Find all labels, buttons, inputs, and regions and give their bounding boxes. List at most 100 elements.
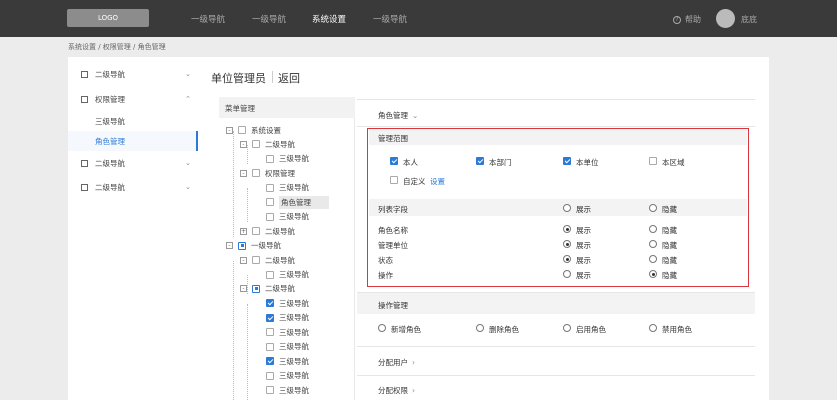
scope-region-checkbox[interactable]: [649, 157, 657, 165]
sidebar-item-label: 二级导航: [95, 158, 125, 168]
tree-node[interactable]: - 一级导航: [219, 239, 355, 253]
tree-node-label: 一级导航: [251, 241, 281, 251]
tree-node-checkbox[interactable]: [266, 212, 274, 221]
tree-node[interactable]: - 二级导航: [219, 282, 355, 296]
sidebar-item-nav-1[interactable]: 二级导航 ⌄: [68, 62, 198, 86]
nav-item-2[interactable]: 一级导航: [252, 13, 286, 25]
field-hide-label: 隐藏: [662, 226, 677, 235]
sidebar: 二级导航 ⌄ 权限管理 ⌃ 三级导航 角色管理 二级导航 ⌄ 二级导航 ⌄: [68, 57, 198, 400]
op-disable-role-radio[interactable]: [649, 324, 657, 332]
field-show-radio[interactable]: [563, 240, 571, 248]
scope-self-checkbox[interactable]: [390, 157, 398, 165]
sidebar-subitem-role-management[interactable]: 角色管理: [68, 131, 198, 151]
tree-node[interactable]: - 系统设置: [219, 123, 355, 137]
back-link[interactable]: 返回: [278, 70, 300, 86]
tree-node-checkbox[interactable]: [266, 328, 274, 337]
scope-header-row: [369, 129, 747, 145]
tree-node-checkbox[interactable]: [266, 357, 274, 366]
tree-node-checkbox[interactable]: [266, 183, 274, 192]
role-management-section-toggle[interactable]: 角色管理 ⌄: [378, 110, 418, 121]
op-add-role-radio[interactable]: [378, 324, 386, 332]
field-hide-label: 隐藏: [662, 256, 677, 265]
tree-node[interactable]: 三级导航: [219, 268, 355, 282]
tree-node[interactable]: + 二级导航: [219, 224, 355, 238]
tree-node-checkbox[interactable]: [266, 198, 274, 207]
tree-node-checkbox[interactable]: [238, 241, 246, 250]
field-hide-radio[interactable]: [649, 255, 657, 263]
fields-all-hide-radio[interactable]: [649, 204, 657, 212]
field-row-label: 操作: [378, 271, 393, 280]
tree-node-checkbox[interactable]: [252, 169, 260, 178]
avatar[interactable]: [716, 9, 735, 28]
tree-node[interactable]: 三级导航: [219, 369, 355, 383]
tree-node-checkbox[interactable]: [266, 313, 274, 322]
nav-item-1[interactable]: 一级导航: [191, 13, 225, 25]
tree-node-label: 二级导航: [265, 284, 295, 294]
collapse-icon[interactable]: -: [240, 169, 247, 177]
menu-square-icon: [81, 70, 88, 78]
tree-node[interactable]: 三级导航: [219, 325, 355, 339]
tree-node-checkbox[interactable]: [238, 126, 246, 134]
tree-node[interactable]: - 权限管理: [219, 166, 355, 180]
op-enable-role-label: 启用角色: [576, 325, 606, 334]
tree-node-checkbox[interactable]: [266, 386, 274, 395]
field-hide-radio[interactable]: [649, 270, 657, 278]
tree-node-checkbox[interactable]: [252, 140, 260, 149]
tree-node-checkbox[interactable]: [252, 227, 260, 236]
tree-node-checkbox[interactable]: [252, 256, 260, 265]
field-show-radio[interactable]: [563, 225, 571, 233]
sidebar-item-nav-3[interactable]: 二级导航 ⌄: [68, 151, 198, 175]
scope-unit-checkbox[interactable]: [563, 157, 571, 165]
scope-department-checkbox[interactable]: [476, 157, 484, 165]
field-hide-radio[interactable]: [649, 225, 657, 233]
tree-node[interactable]: 三级导航: [219, 181, 355, 195]
tree-node-checkbox[interactable]: [266, 270, 274, 279]
tree-node[interactable]: 三级导航: [219, 296, 355, 310]
help-link[interactable]: ? 帮助: [673, 14, 701, 25]
assign-users-toggle[interactable]: 分配用户 ›: [378, 357, 415, 368]
op-delete-role-radio[interactable]: [476, 324, 484, 332]
tree-node-checkbox[interactable]: [266, 371, 274, 380]
logo: LOGO: [67, 9, 149, 27]
tree-node[interactable]: 三级导航: [219, 210, 355, 224]
tree-node[interactable]: - 二级导航: [219, 253, 355, 267]
sidebar-item-permissions[interactable]: 权限管理 ⌃: [68, 87, 198, 111]
collapse-icon[interactable]: -: [240, 140, 247, 148]
sidebar-item-nav-4[interactable]: 二级导航 ⌄: [68, 175, 198, 199]
collapse-icon[interactable]: -: [240, 256, 247, 264]
tree-node[interactable]: 三级导航: [219, 152, 355, 166]
top-navbar: LOGO 一级导航 一级导航 系统设置 一级导航 ? 帮助 底底: [0, 0, 837, 37]
scope-title: 管理范围: [378, 134, 408, 143]
tree-node[interactable]: 角色管理: [219, 195, 355, 209]
scope-custom-settings-link[interactable]: 设置: [430, 176, 445, 187]
tree-node[interactable]: 三级导航: [219, 311, 355, 325]
sidebar-subitem-level3[interactable]: 三级导航: [68, 111, 198, 131]
tree-node[interactable]: 三级导航: [219, 340, 355, 354]
collapse-icon[interactable]: -: [240, 285, 247, 293]
field-show-radio[interactable]: [563, 255, 571, 263]
field-show-radio[interactable]: [563, 270, 571, 278]
field-show-label: 展示: [576, 271, 591, 280]
collapse-icon[interactable]: -: [226, 242, 233, 250]
op-enable-role-radio[interactable]: [563, 324, 571, 332]
tree-header-label: 菜单管理: [225, 104, 255, 113]
expand-icon[interactable]: +: [240, 227, 247, 235]
username[interactable]: 底底: [741, 14, 757, 25]
tree-node-checkbox[interactable]: [266, 154, 274, 163]
tree-node[interactable]: 三级导航: [219, 354, 355, 368]
scope-department-label: 本部门: [489, 158, 512, 167]
nav-item-4[interactable]: 一级导航: [373, 13, 407, 25]
tree-node[interactable]: 三级导航: [219, 383, 355, 397]
tree-node-checkbox[interactable]: [266, 299, 274, 308]
tree-node[interactable]: - 二级导航: [219, 137, 355, 151]
divider: [357, 99, 755, 100]
nav-item-system-settings[interactable]: 系统设置: [312, 13, 346, 25]
scope-custom-checkbox[interactable]: [390, 176, 398, 184]
ops-title: 操作管理: [378, 301, 408, 310]
fields-all-show-radio[interactable]: [563, 204, 571, 212]
collapse-icon[interactable]: -: [226, 126, 233, 134]
field-hide-radio[interactable]: [649, 240, 657, 248]
assign-permissions-toggle[interactable]: 分配权限 ›: [378, 385, 415, 396]
tree-node-checkbox[interactable]: [252, 284, 260, 293]
tree-node-checkbox[interactable]: [266, 342, 274, 351]
